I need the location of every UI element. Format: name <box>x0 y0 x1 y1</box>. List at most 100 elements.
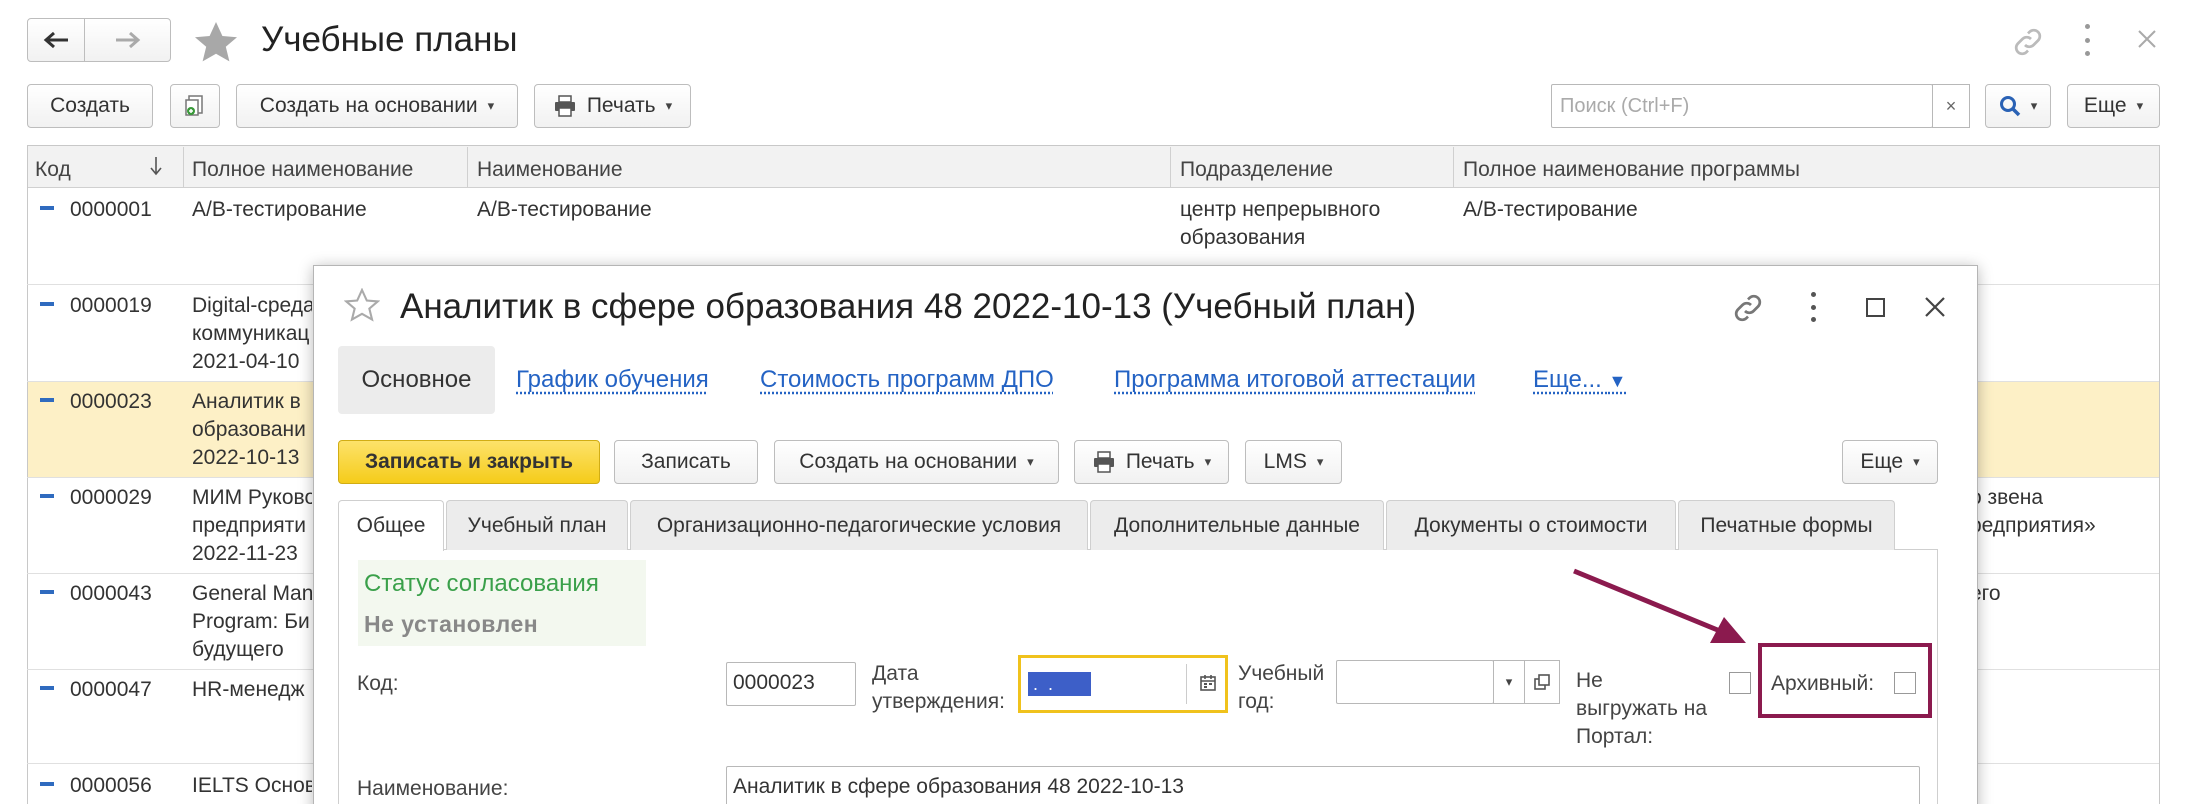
tab-cost-documents[interactable]: Документы о стоимости <box>1386 500 1676 550</box>
search-clear-button[interactable]: × <box>1932 84 1970 128</box>
row-program: о звена <box>1970 486 2044 509</box>
chevron-down-icon: ▾ <box>487 98 495 113</box>
search-button[interactable]: ▾ <box>1985 84 2051 128</box>
search-icon <box>1999 96 2020 117</box>
academic-year-dropdown-button[interactable]: ▾ <box>1493 660 1525 704</box>
name-label: Наименование: <box>357 777 509 800</box>
row-full-name: 2022-10-13 <box>192 446 300 469</box>
chevron-down-icon: ▼ <box>1608 371 1627 391</box>
row-full-name: МИМ Руково <box>192 486 312 509</box>
more-button[interactable]: Еще ▾ <box>2067 84 2160 128</box>
chevron-down-icon: ▾ <box>2136 98 2144 113</box>
create-button[interactable]: Создать <box>27 84 153 128</box>
row-full-name: IELTS Основ <box>192 774 312 797</box>
sort-descending-icon[interactable] <box>149 156 163 176</box>
row-program: редприятия» <box>1970 514 2096 537</box>
chevron-down-icon: ▾ <box>1913 454 1920 469</box>
highlight-box <box>1758 643 1932 718</box>
save-and-close-button[interactable]: Записать и закрыть <box>338 440 600 484</box>
column-header-program[interactable]: Полное наименование программы <box>1463 158 1800 182</box>
tab-print-forms[interactable]: Печатные формы <box>1678 500 1895 550</box>
column-header-department[interactable]: Подразделение <box>1180 158 1333 182</box>
chevron-down-icon: ▾ <box>1204 454 1212 469</box>
column-header-full-name[interactable]: Полное наименование <box>192 158 413 182</box>
arrow-left-icon <box>43 31 68 49</box>
nav-more[interactable]: Еще... ▼ <box>1533 366 1626 394</box>
lms-button[interactable]: LMS ▾ <box>1245 440 1342 484</box>
item-marker-icon <box>40 302 54 306</box>
name-field[interactable]: Аналитик в сфере образования 48 2022-10-… <box>726 766 1920 804</box>
nav-link-schedule[interactable]: График обучения <box>516 366 709 394</box>
nav-main[interactable]: Основное <box>338 346 495 414</box>
tab-additional-data[interactable]: Дополнительные данные <box>1090 500 1384 550</box>
window-title: Учебные планы <box>261 20 518 59</box>
calendar-icon[interactable] <box>1199 674 1217 692</box>
row-code: 0000023 <box>70 390 152 413</box>
row-code: 0000043 <box>70 582 152 605</box>
more-vertical-icon[interactable] <box>1808 292 1818 322</box>
copy-button[interactable] <box>170 84 220 128</box>
row-full-name: образовани <box>192 418 306 441</box>
nav-link-attestation[interactable]: Программа итоговой аттестации <box>1114 366 1476 394</box>
approval-status-title: Статус согласования <box>364 570 599 597</box>
tab-general[interactable]: Общее <box>338 500 444 551</box>
maximize-icon[interactable] <box>1866 298 1885 317</box>
row-full-name: А/В-тестирование <box>192 198 367 221</box>
date-selection: . . <box>1028 672 1091 696</box>
close-icon[interactable] <box>2136 28 2158 50</box>
portal-export-label: Не <box>1576 669 1603 692</box>
row-full-name: будущего <box>192 638 284 661</box>
save-button[interactable]: Записать <box>614 440 758 484</box>
link-icon[interactable] <box>2010 24 2046 60</box>
portal-export-label: Портал: <box>1576 725 1654 748</box>
more-button[interactable]: Еще ▾ <box>1842 440 1938 484</box>
portal-export-checkbox[interactable] <box>1729 672 1751 694</box>
close-icon[interactable] <box>1924 296 1946 318</box>
row-full-name: Digital-среда <box>192 294 312 317</box>
row-full-name: HR-менедж <box>192 678 305 701</box>
row-department: центр непрерывного <box>1180 198 1381 221</box>
print-button[interactable]: Печать ▾ <box>534 84 691 128</box>
more-vertical-icon[interactable] <box>2082 24 2092 56</box>
row-full-name: Program: Би <box>192 610 310 633</box>
item-marker-icon <box>40 590 54 594</box>
item-marker-icon <box>40 494 54 498</box>
chevron-down-icon: ▾ <box>2030 98 2038 113</box>
code-field[interactable]: 0000023 <box>726 662 856 706</box>
open-window-icon <box>1534 674 1550 690</box>
row-full-name: 2022-11-23 <box>192 542 298 565</box>
chevron-down-icon: ▾ <box>665 98 673 113</box>
create-based-on-button[interactable]: Создать на основании ▾ <box>236 84 518 128</box>
code-label: Код: <box>357 672 399 695</box>
approval-date-field[interactable]: . . <box>1018 655 1228 713</box>
link-icon[interactable] <box>1730 290 1766 326</box>
tab-org-conditions[interactable]: Организационно-педагогические условия <box>630 500 1088 550</box>
printer-icon <box>554 95 575 117</box>
open-icon[interactable] <box>1524 660 1560 704</box>
row-department: образования <box>1180 226 1306 249</box>
column-header-code[interactable]: Код <box>35 158 71 182</box>
nav-link-cost[interactable]: Стоимость программ ДПО <box>760 366 1054 394</box>
academic-year-field[interactable] <box>1336 660 1494 704</box>
tab-curriculum[interactable]: Учебный план <box>446 500 628 550</box>
row-full-name: предприяти <box>192 514 307 537</box>
chevron-down-icon: ▾ <box>1316 454 1324 469</box>
column-header-name[interactable]: Наименование <box>477 158 623 182</box>
item-marker-icon <box>40 206 54 210</box>
forward-button[interactable] <box>84 18 171 62</box>
row-full-name: Аналитик в <box>192 390 301 413</box>
back-button[interactable] <box>27 18 85 62</box>
print-button[interactable]: Печать ▾ <box>1074 440 1229 484</box>
search-input[interactable]: Поиск (Ctrl+F) <box>1551 84 1933 128</box>
row-name: А/В-тестирование <box>477 198 652 221</box>
approval-date-label: утверждения: <box>872 690 1005 713</box>
row-full-name: коммуникац <box>192 322 310 345</box>
favorite-star-icon[interactable] <box>192 20 240 64</box>
chevron-down-icon: ▾ <box>1027 454 1034 469</box>
create-based-on-button[interactable]: Создать на основании ▾ <box>774 440 1059 484</box>
item-marker-icon <box>40 398 54 402</box>
item-marker-icon <box>40 782 54 786</box>
arrow-right-icon <box>115 31 140 49</box>
annotation-arrow-icon <box>1573 568 1746 643</box>
favorite-star-icon[interactable] <box>344 288 380 322</box>
